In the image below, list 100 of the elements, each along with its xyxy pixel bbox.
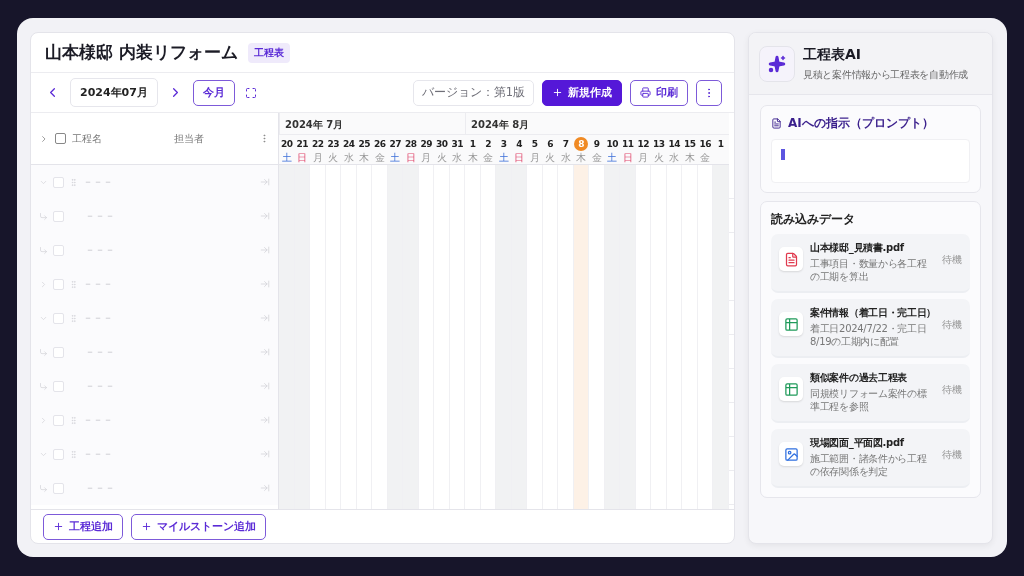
jump-to-bar-icon[interactable] (260, 347, 270, 357)
jump-to-bar-icon[interactable] (260, 211, 270, 221)
drag-handle-icon[interactable] (69, 313, 78, 323)
day-number: 2 (484, 138, 493, 151)
weekday-label: 月 (421, 152, 432, 163)
day-number: 15 (683, 138, 697, 151)
row-checkbox[interactable] (53, 414, 64, 426)
current-month-button[interactable]: 今月 (192, 79, 235, 106)
month-field[interactable]: 2024年07月 (70, 78, 158, 107)
file-name: 案件情報（着工日・完工日） (810, 306, 935, 320)
plus-icon (141, 521, 152, 532)
prompt-field[interactable] (771, 139, 970, 183)
expand-icon[interactable] (39, 415, 48, 425)
new-button[interactable]: 新規作成 (542, 79, 622, 106)
day-number: 12 (636, 138, 650, 151)
task-name: －－－ (83, 175, 114, 189)
add-button[interactable]: 工程追加 (43, 513, 123, 540)
weekday-label: 水 (560, 152, 571, 163)
weekday-label: 土 (498, 152, 509, 163)
plus-icon (552, 87, 563, 98)
row-checkbox[interactable] (53, 448, 64, 460)
task-row[interactable]: －－－ (31, 403, 278, 437)
drag-handle-icon[interactable] (69, 177, 78, 187)
card-heading: AIへの指示（プロンプト） (788, 115, 934, 132)
expand-icon (244, 86, 257, 99)
print-button[interactable]: 印刷 (630, 79, 688, 106)
jump-to-bar-icon[interactable] (260, 313, 270, 323)
day-number: 23 (326, 138, 340, 151)
row-checkbox[interactable] (53, 278, 64, 290)
weekday-label: 水 (669, 152, 680, 163)
task-row[interactable]: －－－ (31, 437, 278, 471)
weekday-label: 火 (653, 152, 664, 163)
status-label: 待機 (942, 253, 962, 267)
weekday-label: 金 (700, 152, 711, 163)
weekday-label: 月 (638, 152, 649, 163)
title-tag: 工程表 (247, 42, 290, 63)
month-header: 2024年 7月 (279, 113, 465, 135)
task-name: －－－ (85, 345, 116, 359)
subtask-icon (39, 483, 48, 493)
printer-icon (640, 87, 651, 98)
task-name: －－－ (83, 413, 114, 427)
day-number: 11 (621, 138, 635, 151)
drag-handle-icon[interactable] (69, 415, 78, 425)
day-number: 3 (499, 138, 508, 151)
text-cursor (781, 149, 785, 160)
page-title: 山本様邸 内装リフォーム (45, 41, 238, 64)
jump-to-bar-icon[interactable] (260, 177, 270, 187)
task-row[interactable]: －－－ (31, 369, 278, 403)
row-checkbox[interactable] (53, 176, 64, 188)
jump-to-bar-icon[interactable] (260, 279, 270, 289)
row-checkbox[interactable] (53, 210, 64, 222)
row-checkbox[interactable] (53, 380, 64, 392)
file-description: 工事項目・数量から各工程の工期を算出 (810, 257, 928, 283)
row-checkbox[interactable] (53, 244, 64, 256)
task-row[interactable]: －－－ (31, 471, 278, 505)
task-name: －－－ (85, 209, 116, 223)
file-description: 同規模リフォーム案件の標準工程を参照 (810, 387, 928, 413)
weekday-label: 金 (591, 152, 602, 163)
row-checkbox[interactable] (53, 482, 64, 494)
day-number: 6 (546, 138, 555, 151)
jump-to-bar-icon[interactable] (260, 245, 270, 255)
more-button[interactable] (696, 79, 722, 106)
day-number: 22 (311, 138, 325, 151)
day-number: 8 (574, 137, 589, 151)
row-checkbox[interactable] (53, 346, 64, 358)
task-row[interactable]: －－－ (31, 165, 278, 199)
add-button[interactable]: マイルストーン追加 (131, 513, 266, 540)
column-header: 担当者 (174, 131, 206, 146)
select-all-checkbox[interactable] (54, 133, 66, 144)
task-row[interactable]: －－－ (31, 199, 278, 233)
weekday-label: 水 (343, 152, 354, 163)
day-number: 7 (561, 138, 570, 151)
row-checkbox[interactable] (53, 312, 64, 324)
status-label: 待機 (942, 448, 962, 462)
day-number: 20 (280, 138, 294, 151)
day-number: 28 (404, 138, 418, 151)
jump-to-bar-icon[interactable] (260, 381, 270, 391)
subtask-icon (39, 347, 48, 357)
task-row[interactable]: －－－ (31, 267, 278, 301)
expand-icon[interactable] (39, 279, 48, 289)
drag-handle-icon[interactable] (69, 449, 78, 459)
day-number: 1 (716, 138, 725, 151)
jump-to-bar-icon[interactable] (260, 415, 270, 425)
jump-to-bar-icon[interactable] (260, 483, 270, 493)
task-row[interactable]: －－－ (31, 301, 278, 335)
plus-icon (53, 521, 64, 532)
weekday-label: 金 (374, 152, 385, 163)
pdf-file-icon (783, 251, 799, 267)
weekday-label: 日 (405, 152, 416, 163)
drag-handle-icon[interactable] (69, 279, 78, 289)
panel-title: 工程表AI (803, 45, 863, 64)
task-row[interactable]: －－－ (31, 233, 278, 267)
day-number: 30 (435, 138, 449, 151)
month-header: 2024年 8月 (465, 113, 729, 135)
day-number: 31 (450, 138, 464, 151)
subtask-icon (39, 245, 48, 255)
spreadsheet-icon (783, 316, 799, 332)
task-row[interactable]: －－－ (31, 335, 278, 369)
weekday-label: 木 (576, 152, 587, 163)
jump-to-bar-icon[interactable] (260, 449, 270, 459)
